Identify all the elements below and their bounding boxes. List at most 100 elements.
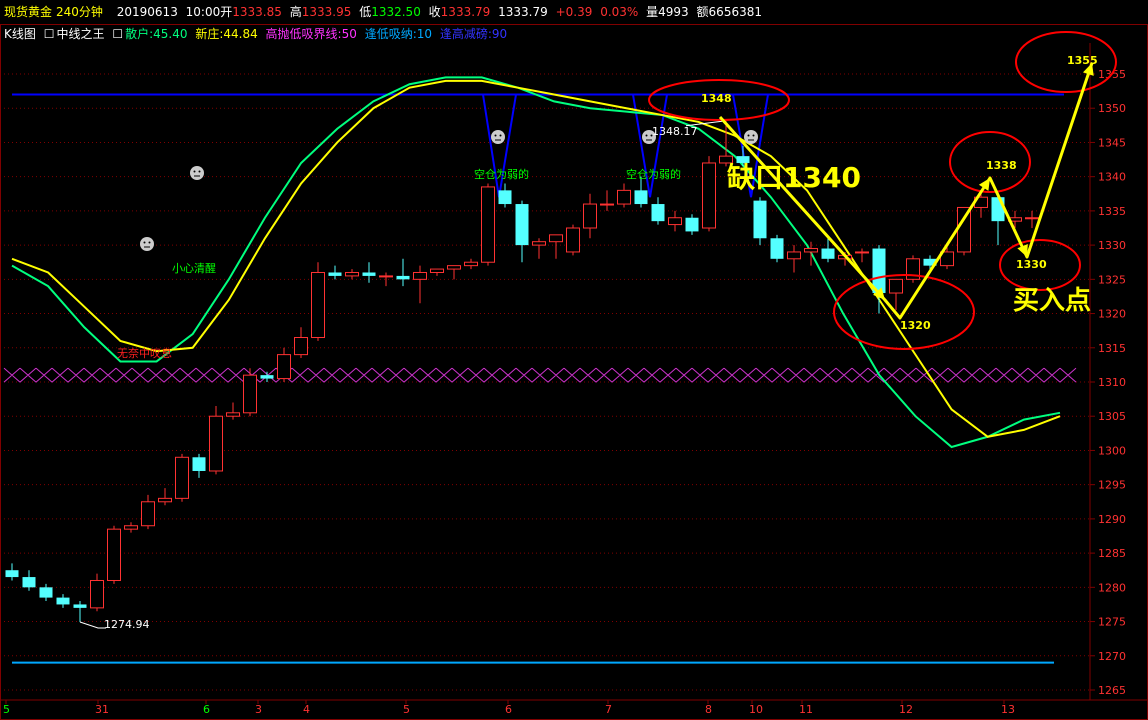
- candle-body: [175, 456, 189, 499]
- magenta-band: [3, 367, 1077, 383]
- y-tick-label: 1330: [1098, 239, 1126, 252]
- x-tick-label: 8: [705, 703, 712, 716]
- candle: [192, 453, 206, 478]
- candle: [277, 347, 291, 382]
- candlestick-chart[interactable]: 1265127012751280128512901295130013051310…: [0, 0, 1148, 720]
- smiley-eye: [193, 170, 196, 173]
- candle-body: [668, 217, 682, 226]
- smiley-icon: [491, 130, 505, 144]
- candle-body: [107, 528, 121, 581]
- high-mark-label: 1348.17: [652, 125, 698, 138]
- candle-body: [481, 186, 495, 263]
- candle-body: [498, 190, 512, 205]
- candle-body: [192, 457, 206, 471]
- candle-body: [566, 227, 580, 253]
- candle: [124, 522, 138, 533]
- yellow-indicator-line: [11, 79, 1061, 438]
- candle: [600, 190, 614, 211]
- y-tick-label: 1305: [1098, 410, 1126, 423]
- candle-body: [651, 204, 665, 222]
- y-tick-label: 1285: [1098, 547, 1126, 560]
- candle-body: [753, 200, 767, 239]
- candle: [107, 525, 121, 584]
- candle-body: [73, 604, 87, 608]
- circle-label-1348: 1348: [701, 92, 732, 105]
- x-tick-label: 6: [505, 703, 512, 716]
- y-tick-label: 1325: [1098, 273, 1126, 286]
- candle: [379, 272, 393, 287]
- candle-body: [294, 337, 308, 356]
- circle-label-1320: 1320: [900, 319, 931, 332]
- candle: [855, 248, 869, 263]
- y-tick-label: 1310: [1098, 376, 1126, 389]
- y-tick-label: 1320: [1098, 308, 1126, 321]
- x-tick-label: 4: [303, 703, 310, 716]
- candle: [515, 200, 529, 263]
- candle-body: [532, 241, 546, 246]
- candle-body: [702, 162, 716, 229]
- candle: [413, 265, 427, 304]
- smiley-eye: [645, 134, 648, 137]
- candle-body: [158, 497, 172, 503]
- candle-body: [855, 251, 869, 254]
- candle-body: [770, 238, 784, 259]
- candle-body: [617, 189, 631, 205]
- y-tick-label: 1300: [1098, 444, 1126, 457]
- smiley-face: [491, 130, 505, 144]
- circle-label-1355: 1355: [1067, 54, 1098, 67]
- x-tick-label: 31: [95, 703, 109, 716]
- circle-label-1330: 1330: [1016, 258, 1047, 271]
- x-tick-label: 12: [899, 703, 913, 716]
- candle: [294, 327, 308, 359]
- sigh-label: 无奈中叹息: [117, 347, 172, 360]
- candle-body: [787, 251, 801, 260]
- ellipse-1355: [1015, 31, 1117, 93]
- candle: [243, 368, 257, 417]
- candle: [56, 594, 70, 608]
- smiley-icon: [744, 130, 758, 144]
- candle-body: [821, 248, 835, 259]
- candle-body: [1025, 217, 1039, 220]
- candle-body: [328, 272, 342, 276]
- candle: [328, 265, 342, 280]
- candle: [532, 238, 546, 259]
- candle-body: [379, 275, 393, 278]
- candle: [481, 183, 495, 266]
- empty-weak-label-2: 空仓为弱的: [626, 168, 681, 181]
- y-tick-label: 1345: [1098, 136, 1126, 149]
- candle-body: [804, 248, 818, 253]
- candle-body: [124, 525, 138, 530]
- y-tick-label: 1335: [1098, 205, 1126, 218]
- x-tick-label: 13: [1001, 703, 1015, 716]
- candle-body: [90, 579, 104, 609]
- candle: [617, 183, 631, 208]
- x-tick-label: 3: [255, 703, 262, 716]
- candle-body: [362, 272, 376, 276]
- candle: [90, 573, 104, 612]
- candle-body: [515, 204, 529, 246]
- smiley-face: [190, 166, 204, 180]
- candle: [141, 494, 155, 530]
- candle: [5, 563, 19, 581]
- candle-body: [447, 265, 461, 270]
- candle-body: [464, 261, 478, 267]
- x-tick-label: 10: [749, 703, 763, 716]
- candle: [396, 258, 410, 287]
- smiley-icon: [190, 166, 204, 180]
- y-tick-label: 1270: [1098, 650, 1126, 663]
- gap-annotation: 缺口1340: [727, 161, 861, 194]
- candle: [753, 197, 767, 246]
- candle: [651, 197, 665, 225]
- candle-body: [226, 412, 240, 417]
- candle: [940, 245, 954, 270]
- candle: [702, 156, 716, 232]
- candle: [345, 269, 359, 280]
- y-tick-label: 1340: [1098, 171, 1126, 184]
- candle-body: [600, 203, 614, 206]
- candle-body: [209, 415, 223, 472]
- candle-body: [549, 234, 563, 243]
- candle: [906, 255, 920, 283]
- wake-label: 小心清醒: [172, 262, 216, 275]
- circle-label-1338: 1338: [986, 159, 1017, 172]
- candle-body: [685, 217, 699, 232]
